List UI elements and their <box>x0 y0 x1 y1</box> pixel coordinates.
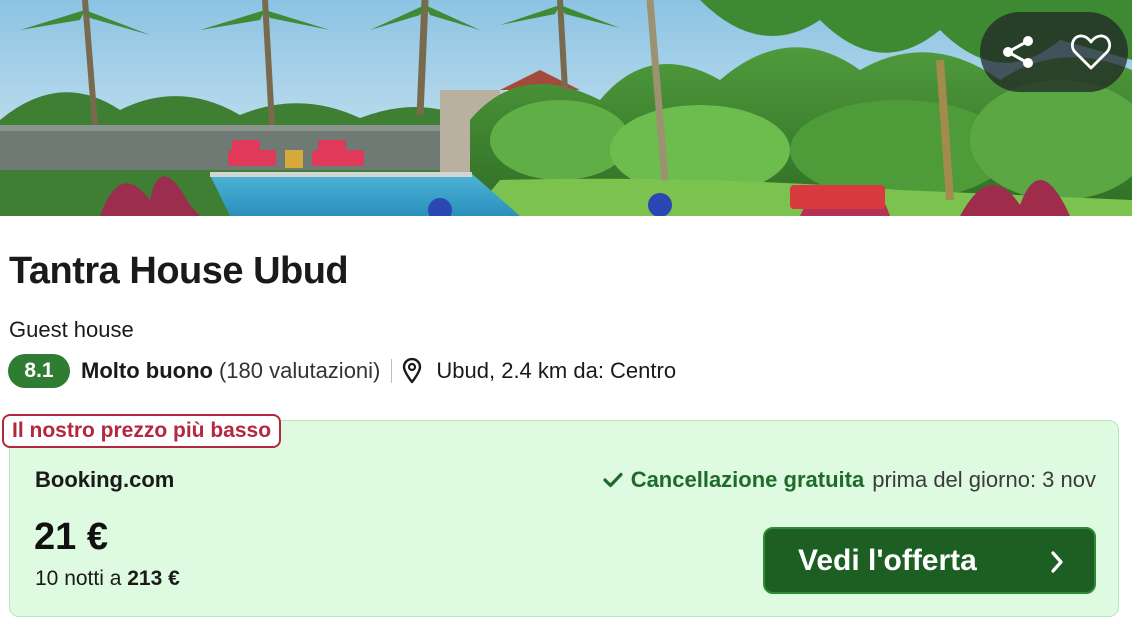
share-icon <box>1003 36 1033 68</box>
location-text[interactable]: Ubud, 2.4 km da: Centro <box>436 358 676 384</box>
rating-row: 8.1 Molto buono (180 valutazioni) Ubud, … <box>8 353 676 389</box>
view-offer-button[interactable]: Vedi l'offerta <box>763 527 1096 594</box>
check-icon <box>603 472 623 488</box>
free-cancellation: Cancellazione gratuita prima del giorno:… <box>603 467 1096 493</box>
rating-count[interactable]: (180 valutazioni) <box>219 358 380 384</box>
hotel-name[interactable]: Tantra House Ubud <box>9 250 349 293</box>
share-button[interactable] <box>982 12 1056 92</box>
view-offer-label: Vedi l'offerta <box>798 543 977 577</box>
hotel-card[interactable]: Tantra House Ubud Guest house 8.1 Molto … <box>0 0 1132 632</box>
rating-label: Molto buono <box>81 358 213 383</box>
hotel-photo[interactable] <box>0 0 1132 216</box>
photo-actions <box>980 12 1128 92</box>
provider-name: Booking.com <box>35 467 175 492</box>
property-type: Guest house <box>9 317 134 342</box>
heart-icon <box>1071 34 1111 70</box>
cancellation-label: Cancellazione gratuita <box>630 467 865 492</box>
pool-garden-image <box>0 0 1132 216</box>
total-amount: 213 € <box>127 567 180 590</box>
total-price: 10 notti a 213 € <box>35 567 180 591</box>
score-badge: 8.1 <box>8 354 70 388</box>
cancellation-deadline: prima del giorno: 3 nov <box>872 467 1096 492</box>
price-per-night: 21 € <box>34 516 108 558</box>
favorite-button[interactable] <box>1054 12 1128 92</box>
divider <box>391 359 393 383</box>
map-pin-icon <box>402 358 422 384</box>
lowest-price-badge: Il nostro prezzo più basso <box>2 414 282 448</box>
chevron-right-icon <box>1050 550 1064 574</box>
total-prefix: 10 notti a <box>35 567 122 590</box>
